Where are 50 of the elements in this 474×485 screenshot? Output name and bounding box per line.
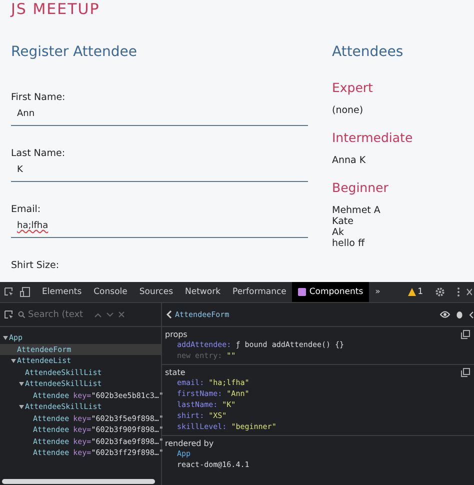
device-icon[interactable] bbox=[20, 287, 30, 297]
expanded-triangle-icon[interactable] bbox=[11, 358, 16, 363]
more-options-icon[interactable] bbox=[457, 287, 460, 297]
search-field[interactable]: Search (text bbox=[18, 310, 90, 320]
devtools-tab[interactable]: Elements bbox=[36, 282, 88, 302]
devtools-tab[interactable]: Console bbox=[88, 282, 134, 302]
input-field[interactable]: Ann bbox=[11, 107, 308, 126]
devtools-tab[interactable]: Network bbox=[179, 282, 226, 302]
app-title: JS MEETUP bbox=[11, 1, 101, 18]
devtools-tab[interactable]: Components bbox=[292, 282, 370, 302]
section-title: state bbox=[165, 368, 186, 377]
settings-icon[interactable] bbox=[435, 287, 445, 297]
more-tabs-button[interactable]: » bbox=[369, 282, 386, 302]
search-icon bbox=[18, 311, 25, 318]
field-label: Shirt Size: bbox=[11, 260, 60, 271]
devtools-tab[interactable]: Performance bbox=[226, 282, 292, 302]
attendees-heading: Attendees bbox=[332, 44, 404, 62]
skill-level-heading: Beginner bbox=[332, 180, 390, 195]
attendee-name: hello ff bbox=[332, 238, 366, 249]
attendee-name: Mehmet A bbox=[332, 205, 382, 216]
devtools-tab[interactable]: Sources bbox=[133, 282, 179, 302]
expanded-triangle-icon[interactable] bbox=[3, 336, 8, 340]
field-label: Last Name: bbox=[11, 148, 66, 159]
attendee-name: (none) bbox=[332, 105, 364, 116]
skill-level-heading: Intermediate bbox=[332, 130, 413, 145]
clear-icon[interactable] bbox=[118, 311, 125, 318]
inspect-icon[interactable] bbox=[4, 310, 14, 320]
warning-counter[interactable]: 1 bbox=[402, 287, 429, 297]
attendee-name: Ak bbox=[332, 227, 346, 238]
expanded-triangle-icon[interactable] bbox=[19, 404, 24, 409]
input-field[interactable]: K bbox=[11, 163, 308, 182]
eye-icon[interactable] bbox=[440, 311, 450, 318]
inspect-icon[interactable] bbox=[4, 287, 14, 297]
attendee-name: Kate bbox=[332, 216, 354, 227]
warning-icon bbox=[408, 288, 416, 296]
expanded-triangle-icon[interactable] bbox=[19, 382, 24, 386]
components-icon bbox=[298, 288, 306, 296]
input-field[interactable]: ha;lfha bbox=[11, 219, 308, 238]
copy-icon[interactable] bbox=[461, 330, 470, 339]
field-label: First Name: bbox=[11, 92, 66, 103]
copy-icon[interactable] bbox=[461, 368, 470, 377]
field-label: Email: bbox=[11, 204, 42, 215]
form-heading: Register Attendee bbox=[11, 44, 138, 62]
section-title: rendered by bbox=[165, 439, 214, 448]
section-title: props bbox=[165, 330, 188, 339]
skill-level-heading: Expert bbox=[332, 80, 374, 95]
back-icon[interactable] bbox=[166, 310, 172, 319]
scrollbar[interactable] bbox=[2, 479, 155, 484]
attendee-name: Anna K bbox=[332, 155, 367, 166]
close-icon[interactable] bbox=[466, 288, 472, 296]
